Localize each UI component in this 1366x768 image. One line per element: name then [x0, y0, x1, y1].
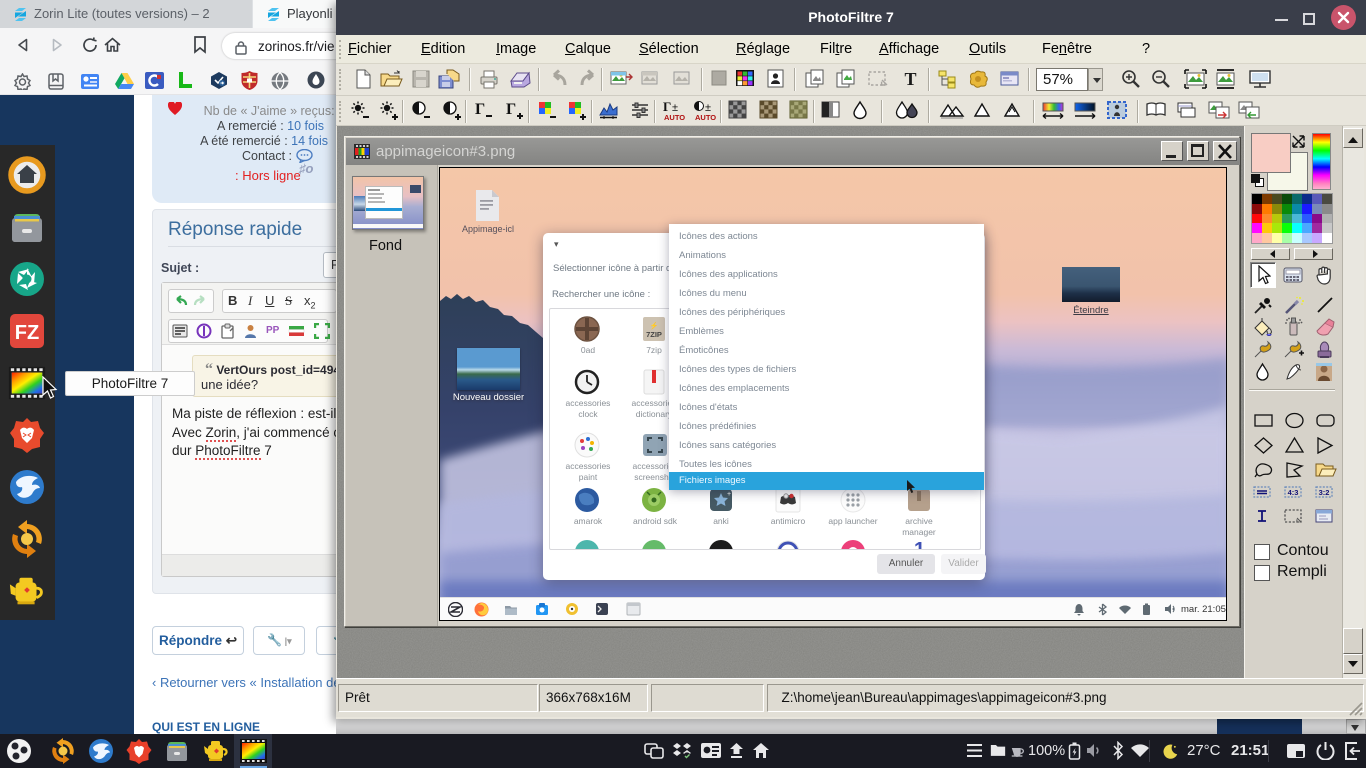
svg-text:3:2: 3:2 [1319, 488, 1330, 497]
svg-text:AUTO: AUTO [695, 113, 716, 122]
svg-text:QG: QG [647, 548, 661, 550]
svg-text:Γ: Γ [506, 101, 516, 118]
svg-text:Γ: Γ [475, 101, 485, 118]
svg-text:T: T [904, 69, 916, 89]
svg-text:AUTO: AUTO [664, 113, 685, 122]
svg-text:Γ: Γ [663, 100, 671, 114]
svg-text:⚡: ⚡ [650, 321, 659, 330]
svg-text:FZ: FZ [15, 322, 39, 344]
svg-text:4:3: 4:3 [1288, 488, 1299, 497]
svg-text:+: + [727, 491, 731, 498]
svg-text:7ZIP: 7ZIP [646, 330, 662, 339]
